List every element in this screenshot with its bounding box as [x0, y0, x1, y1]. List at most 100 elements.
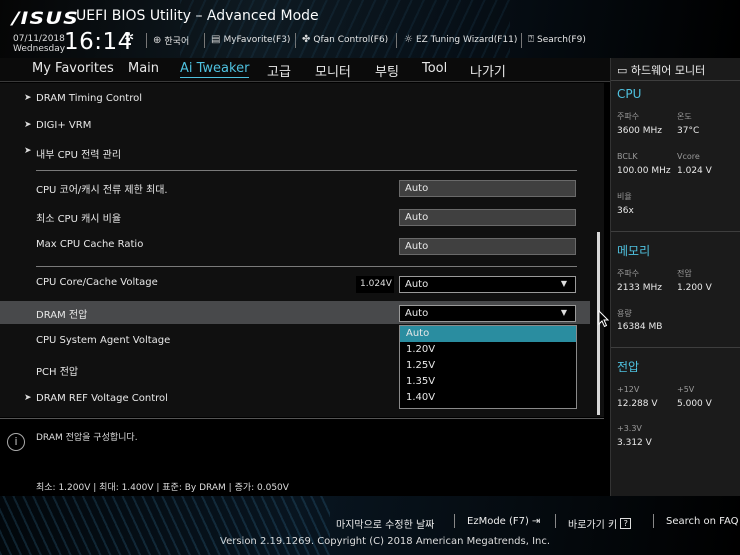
last-modified-label: 마지막으로 수정한 날짜 — [336, 520, 435, 531]
v5-value: 5.000 V — [677, 399, 712, 409]
chevron-right-icon: ➤ — [24, 393, 32, 403]
copyright-text: Version 2.19.1269. Copyright (C) 2018 Am… — [220, 536, 551, 547]
chevron-right-icon: ➤ — [24, 146, 32, 156]
help-panel: i DRAM 전압을 구성합니다. 최소: 1.200V | 최대: 1.400… — [0, 418, 604, 496]
qfan-label: Qfan Control(F6) — [313, 34, 389, 45]
ezmode-label: EzMode (F7) — [467, 516, 529, 527]
digi-vrm-item[interactable]: ➤ DIGI+ VRM — [0, 115, 590, 138]
language-button[interactable]: ⊕ 한국어 — [153, 34, 189, 47]
dram-voltage-dropdown[interactable]: Auto ▼ — [399, 305, 576, 322]
cpu-power-label: 내부 CPU 전력 관리 — [36, 150, 122, 161]
vcore-value: 1.024 V — [677, 166, 712, 176]
mouse-cursor-icon — [598, 310, 610, 328]
divider — [611, 347, 740, 348]
chevron-right-icon: ➤ — [24, 120, 32, 130]
mem-freq-value: 2133 MHz — [617, 283, 663, 293]
hotkeys-button[interactable]: 바로가기 키 ? — [568, 516, 632, 531]
divider — [146, 33, 147, 48]
divider — [454, 514, 455, 528]
digi-vrm-label: DIGI+ VRM — [36, 120, 92, 131]
divider — [653, 514, 654, 528]
divider — [521, 33, 522, 48]
monitor-icon: ▭ — [617, 64, 628, 77]
tab-tool[interactable]: Tool — [422, 61, 447, 76]
tab-exit[interactable]: 나가기 — [470, 61, 506, 80]
mem-volt-label: 전압 — [677, 269, 692, 278]
mem-cap-label: 용량 — [617, 309, 632, 318]
ratio-value: 36x — [617, 206, 634, 216]
faq-label: Search on FAQ — [666, 516, 739, 527]
min-cpu-cache-ratio-field[interactable]: Auto — [399, 209, 576, 226]
divider — [204, 33, 205, 48]
help-box-icon: ? — [620, 518, 632, 529]
tab-advanced[interactable]: 고급 — [267, 61, 291, 80]
faq-button[interactable]: Search on FAQ — [666, 516, 739, 527]
day-text: Wednesday — [13, 44, 66, 54]
cpu-core-voltage-dropdown[interactable]: Auto ▼ — [399, 276, 576, 293]
bclk-label: BCLK — [617, 152, 638, 161]
ez-tuning-button[interactable]: ☼ EZ Tuning Wizard(F11) — [404, 34, 517, 45]
tab-main[interactable]: Main — [128, 61, 159, 76]
hw-monitor-title: ▭ 하드웨어 모니터 — [617, 62, 705, 78]
qfan-button[interactable]: ✤ Qfan Control(F6) — [302, 34, 388, 45]
tab-boot[interactable]: 부팅 — [375, 61, 399, 80]
max-cpu-cache-ratio-field[interactable]: Auto — [399, 238, 576, 255]
footer-bar: 마지막으로 수정한 날짜 EzMode (F7) ⇥ 바로가기 키 ? Sear… — [0, 496, 740, 555]
setting-label: PCH 전압 — [36, 367, 79, 378]
cpu-heading: CPU — [617, 87, 642, 101]
caret-down-icon: ▼ — [560, 308, 567, 317]
option-item[interactable]: 1.20V — [400, 342, 576, 358]
ezmode-button[interactable]: EzMode (F7) ⇥ — [467, 516, 540, 527]
tab-my-favorites[interactable]: My Favorites — [32, 61, 114, 76]
date-display: 07/11/2018 Wednesday — [13, 34, 65, 54]
lightbulb-icon: ☼ — [404, 34, 413, 45]
cpu-temp-label: 온도 — [677, 112, 692, 121]
mem-freq-label: 주파수 — [617, 269, 640, 278]
setting-label: 최소 CPU 캐시 비율 — [36, 214, 122, 225]
v5-label: +5V — [677, 385, 695, 394]
header-bar: /ISUS UEFI BIOS Utility – Advanced Mode … — [0, 0, 740, 58]
search-button[interactable]: ⍰ Search(F9) — [528, 34, 586, 45]
fan-icon: ✤ — [302, 34, 311, 45]
section-divider — [36, 170, 577, 171]
memory-heading: 메모리 — [617, 244, 651, 258]
voltage-reading: 1.024V — [356, 276, 394, 293]
dram-timing-item[interactable]: ➤ DRAM Timing Control — [0, 88, 590, 111]
myfavorite-button[interactable]: ▤ MyFavorite(F3) — [211, 34, 290, 45]
option-item[interactable]: 1.25V — [400, 358, 576, 374]
v33-label: +3.3V — [617, 424, 642, 433]
clock: 16:14 — [64, 29, 133, 55]
bclk-value: 100.00 MHz — [617, 166, 671, 176]
option-item[interactable]: 1.40V — [400, 390, 576, 406]
cpu-freq-value: 3600 MHz — [617, 126, 663, 136]
dram-timing-label: DRAM Timing Control — [36, 93, 143, 104]
caret-down-icon: ▼ — [560, 279, 567, 288]
last-modified-button[interactable]: 마지막으로 수정한 날짜 — [336, 516, 434, 531]
section-divider — [36, 266, 577, 267]
option-item[interactable]: 1.35V — [400, 374, 576, 390]
gear-icon[interactable]: ✲ — [124, 30, 134, 44]
cpu-temp-value: 37°C — [677, 126, 700, 136]
cpu-power-item[interactable]: ➤ 내부 CPU 전력 관리 — [0, 141, 590, 164]
tab-monitor[interactable]: 모니터 — [315, 61, 351, 80]
divider — [611, 80, 740, 81]
option-item[interactable]: Auto — [400, 326, 576, 342]
v12-value: 12.288 V — [617, 399, 658, 409]
tab-ai-tweaker[interactable]: Ai Tweaker — [180, 61, 250, 78]
dropdown-value: Auto — [405, 308, 429, 319]
globe-icon: ⊕ — [153, 35, 162, 46]
setting-label: Max CPU Cache Ratio — [36, 239, 144, 250]
search-icon: ⍰ — [528, 34, 534, 45]
setting-label: CPU 코어/캐시 전류 제한 최대. — [36, 185, 168, 196]
cpu-core-cache-limit-field[interactable]: Auto — [399, 180, 576, 197]
help-description: DRAM 전압을 구성합니다. — [36, 433, 138, 443]
hardware-monitor-panel: ▭ 하드웨어 모니터 CPU 주파수 3600 MHz 온도 37°C BCLK… — [610, 58, 740, 496]
help-range: 최소: 1.200V | 최대: 1.400V | 표준: By DRAM | … — [36, 483, 289, 493]
hotkeys-label: 바로가기 키 — [568, 520, 618, 531]
main-tabs: My Favorites Main Ai Tweaker 고급 모니터 부팅 T… — [0, 58, 610, 82]
mem-cap-value: 16384 MB — [617, 322, 663, 332]
divider — [295, 33, 296, 48]
ratio-label: 비율 — [617, 192, 632, 201]
voltage-heading: 전압 — [617, 360, 640, 374]
search-label: Search(F9) — [537, 34, 586, 45]
